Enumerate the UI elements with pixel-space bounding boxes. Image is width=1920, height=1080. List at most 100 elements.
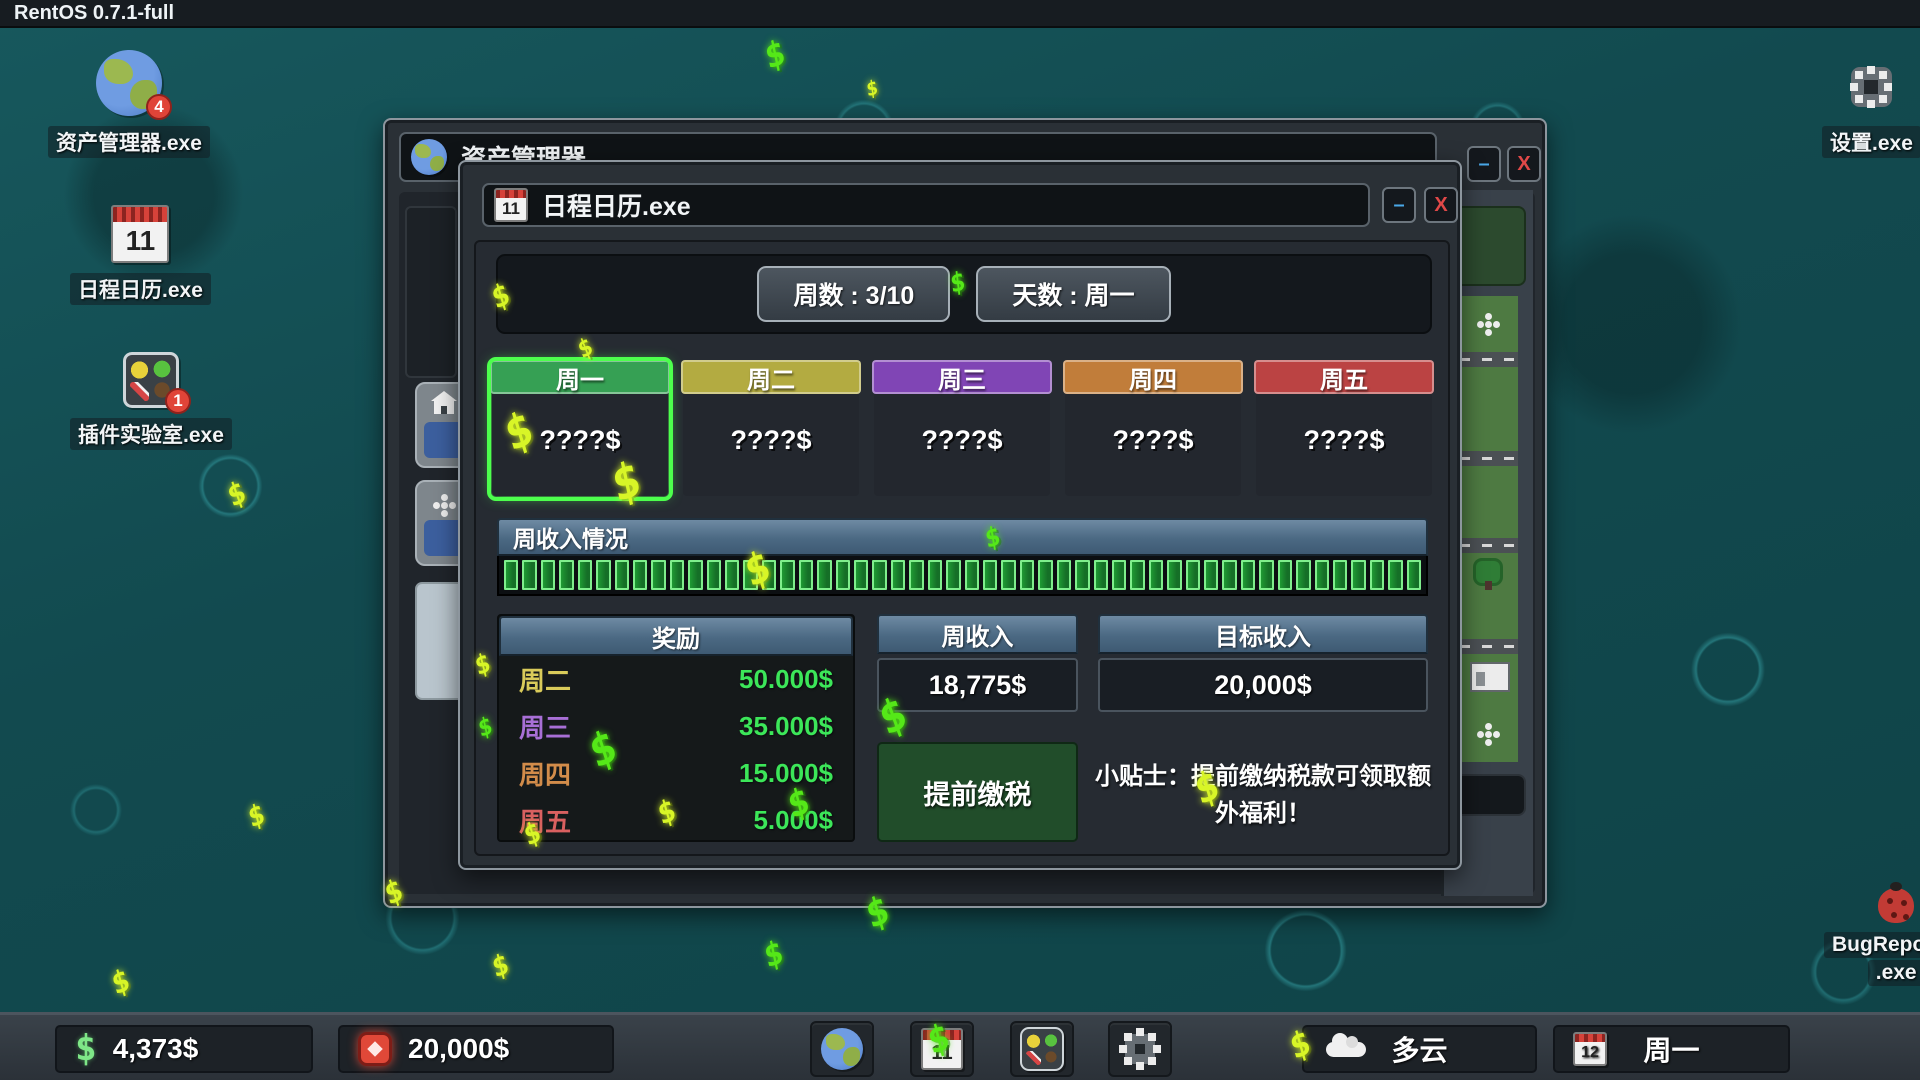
desktop-icon-bug-reporter[interactable]: BugReporter .exe: [1824, 878, 1920, 986]
map-tile-building: [1460, 654, 1518, 706]
progress-segment: [633, 560, 647, 590]
reward-row: 周五 5.000$: [499, 797, 853, 844]
money-sprite: $: [762, 35, 788, 76]
progress-segment: [762, 560, 776, 590]
progress-segment: [578, 560, 592, 590]
progress-segment: [891, 560, 905, 590]
house-icon: [434, 401, 454, 414]
weather-panel[interactable]: 多云: [1302, 1025, 1537, 1073]
progress-segment: [688, 560, 702, 590]
progress-segment: [928, 560, 942, 590]
progress-segment: [872, 560, 886, 590]
os-titlebar: RentOS 0.7.1-full: [0, 0, 1920, 28]
progress-segment: [559, 560, 573, 590]
icon-label-ext: .exe: [1868, 960, 1920, 986]
target-income-value: 20,000$: [1098, 658, 1428, 712]
icon-label: 日程日历.exe: [70, 273, 211, 305]
map-panel: [1452, 206, 1526, 286]
sidebar-panel: [405, 206, 457, 378]
map-tile-flowers: [1460, 296, 1518, 352]
desktop-icon-settings[interactable]: 设置.exe: [1822, 58, 1920, 158]
close-button[interactable]: X: [1507, 146, 1541, 182]
progress-segment: [725, 560, 739, 590]
income-progress-title: 周收入情况: [497, 518, 1428, 556]
close-button[interactable]: X: [1424, 187, 1458, 223]
progress-segment: [1388, 560, 1402, 590]
money-sprite: $: [761, 935, 786, 973]
progress-segment: [1186, 560, 1200, 590]
progress-segment: [909, 560, 923, 590]
progress-segment: [1075, 560, 1089, 590]
map-tile-tree: [1460, 553, 1518, 639]
money-panel: $ 4,373$: [55, 1025, 313, 1073]
money-sprite: $: [865, 76, 879, 99]
day-card-tuesday[interactable]: 周二 ????$: [683, 362, 859, 496]
notification-badge: 4: [146, 94, 172, 120]
notification-badge: 1: [165, 388, 191, 414]
map-road: [1460, 451, 1518, 466]
income-progress-panel: 周收入情况: [497, 518, 1428, 596]
icon-label: BugReporter: [1824, 932, 1920, 958]
pay-tax-button[interactable]: 提前缴税: [877, 742, 1078, 842]
day-card-monday[interactable]: 周一 ????$: [492, 362, 668, 496]
taskbar: $ 4,373$ 20,000$ 11 多云: [0, 1012, 1920, 1080]
tax-amount: 20,000$: [408, 1033, 509, 1065]
week-counter-button[interactable]: 周数 : 3/10: [757, 266, 950, 322]
info-strip: 周数 : 3/10 天数 : 周一: [496, 254, 1432, 334]
day-counter-button[interactable]: 天数 : 周一: [976, 266, 1170, 322]
minimize-button[interactable]: –: [1467, 146, 1501, 182]
taskbar-app-calendar[interactable]: 11: [910, 1021, 974, 1077]
progress-segment: [541, 560, 555, 590]
calendar-icon: 11: [494, 188, 528, 222]
gear-icon: [1118, 1027, 1162, 1071]
map-tile-flowers: [1460, 706, 1518, 762]
reward-day: 周五: [519, 802, 571, 839]
progress-segment: [1149, 560, 1163, 590]
gear-icon: [1842, 58, 1900, 116]
target-income-panel: 目标收入 20,000$: [1098, 614, 1428, 712]
reward-day: 周三: [519, 708, 571, 745]
map-tile-grass: [1460, 367, 1518, 451]
day-card-wednesday[interactable]: 周三 ????$: [874, 362, 1050, 496]
progress-segment: [670, 560, 684, 590]
os-title: RentOS 0.7.1-full: [14, 2, 174, 25]
progress-segment: [596, 560, 610, 590]
progress-segment: [1315, 560, 1329, 590]
progress-segment: [1296, 560, 1310, 590]
reward-value: 35.000$: [739, 711, 833, 742]
map-road: [1460, 352, 1518, 367]
progress-segment: [743, 560, 757, 590]
minimize-button[interactable]: –: [1382, 187, 1416, 223]
day-card-friday[interactable]: 周五 ????$: [1256, 362, 1432, 496]
taskbar-app-plugin-lab[interactable]: [1010, 1021, 1074, 1077]
weekday-panel[interactable]: 12 周一: [1553, 1025, 1790, 1073]
taskbar-app-settings[interactable]: [1108, 1021, 1172, 1077]
calendar-body: 周数 : 3/10 天数 : 周一 周一 ????$ 周二 ????$ 周三 ?…: [474, 240, 1450, 856]
progress-segment: [799, 560, 813, 590]
rewards-panel: 奖励 周二 50.000$ 周三 35.000$ 周四 15.000$ 周五 5…: [497, 614, 855, 842]
progress-segment: [504, 560, 518, 590]
progress-segment: [1204, 560, 1218, 590]
calendar-icon: 11: [111, 205, 169, 263]
money-sprite: $: [489, 949, 511, 983]
map-road: [1460, 639, 1518, 654]
desktop-icon-calendar[interactable]: 11 日程日历.exe: [70, 205, 211, 305]
desktop-icon-plugin-lab[interactable]: 1 插件实验室.exe: [70, 352, 232, 450]
desktop-icon-asset-manager[interactable]: 4 资产管理器.exe: [48, 50, 210, 158]
weekday-text: 周一: [1643, 1029, 1699, 1069]
tax-panel: 20,000$: [338, 1025, 614, 1073]
progress-segment: [1278, 560, 1292, 590]
ladybug-icon: [1872, 878, 1920, 926]
icon-label: 插件实验室.exe: [70, 418, 232, 450]
progress-segment: [946, 560, 960, 590]
progress-segment: [817, 560, 831, 590]
progress-segment: [1333, 560, 1347, 590]
week-income-value: 18,775$: [877, 658, 1078, 712]
taskbar-app-asset-manager[interactable]: [810, 1021, 874, 1077]
reward-day: 周二: [519, 661, 571, 698]
calendar-titlebar[interactable]: 11 日程日历.exe: [482, 183, 1370, 227]
income-progress-bar: [497, 556, 1428, 596]
weather-text: 多云: [1391, 1029, 1447, 1069]
day-card-thursday[interactable]: 周四 ????$: [1065, 362, 1241, 496]
money-sprite: $: [109, 965, 134, 1001]
